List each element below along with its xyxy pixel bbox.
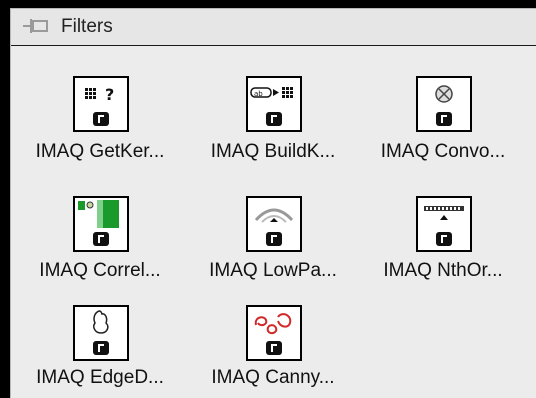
f-badge-icon [436, 112, 452, 126]
build-kernel-icon: ab [246, 76, 302, 132]
item-label: IMAQ BuildK... [210, 141, 336, 162]
svg-text:?: ? [105, 85, 114, 104]
palette-item-canny[interactable]: IMAQ Canny... [189, 297, 357, 398]
item-label: IMAQ GetKer... [35, 141, 165, 162]
convolute-icon [416, 76, 472, 132]
f-badge-icon [436, 232, 452, 246]
palette-item-edge-detection[interactable]: IMAQ EdgeD... [16, 297, 184, 398]
palette-header: Filters [11, 9, 536, 45]
svg-text:ab: ab [254, 90, 263, 98]
nth-order-icon [416, 196, 472, 252]
item-label: IMAQ Canny... [211, 367, 335, 388]
pin-icon[interactable] [23, 17, 49, 35]
item-label: IMAQ LowPa... [209, 260, 337, 281]
palette-grid: ? IMAQ GetKer... ab IMAQ BuildK... IMAQ … [11, 46, 536, 398]
correlate-icon [73, 196, 129, 252]
palette-item-low-pass[interactable]: IMAQ LowPa... [189, 186, 357, 296]
canny-edge-icon [246, 305, 302, 361]
f-badge-icon [266, 341, 282, 355]
edge-detection-icon [73, 305, 129, 361]
palette-item-convolute[interactable]: IMAQ Convo... [359, 46, 527, 162]
palette-item-nth-order[interactable]: IMAQ NthOr... [359, 186, 527, 296]
item-label: IMAQ Correl... [39, 260, 161, 281]
item-label: IMAQ Convo... [380, 141, 506, 162]
low-pass-icon [246, 196, 302, 252]
item-label: IMAQ NthOr... [383, 260, 503, 281]
f-badge-icon [266, 232, 282, 246]
f-badge-icon [93, 232, 109, 246]
item-label: IMAQ EdgeD... [36, 367, 164, 388]
f-badge-icon [93, 341, 109, 355]
palette-item-build-kernel[interactable]: ab IMAQ BuildK... [189, 46, 357, 162]
get-kernel-icon: ? [73, 76, 129, 132]
f-badge-icon [266, 112, 282, 126]
palette-item-correlate[interactable]: IMAQ Correl... [16, 186, 184, 296]
palette-title: Filters [61, 16, 113, 37]
f-badge-icon [93, 112, 109, 126]
filters-palette: Filters ? IMAQ GetKer... ab IMAQ BuildK.… [10, 8, 536, 398]
palette-item-get-kernel[interactable]: ? IMAQ GetKer... [16, 46, 184, 162]
